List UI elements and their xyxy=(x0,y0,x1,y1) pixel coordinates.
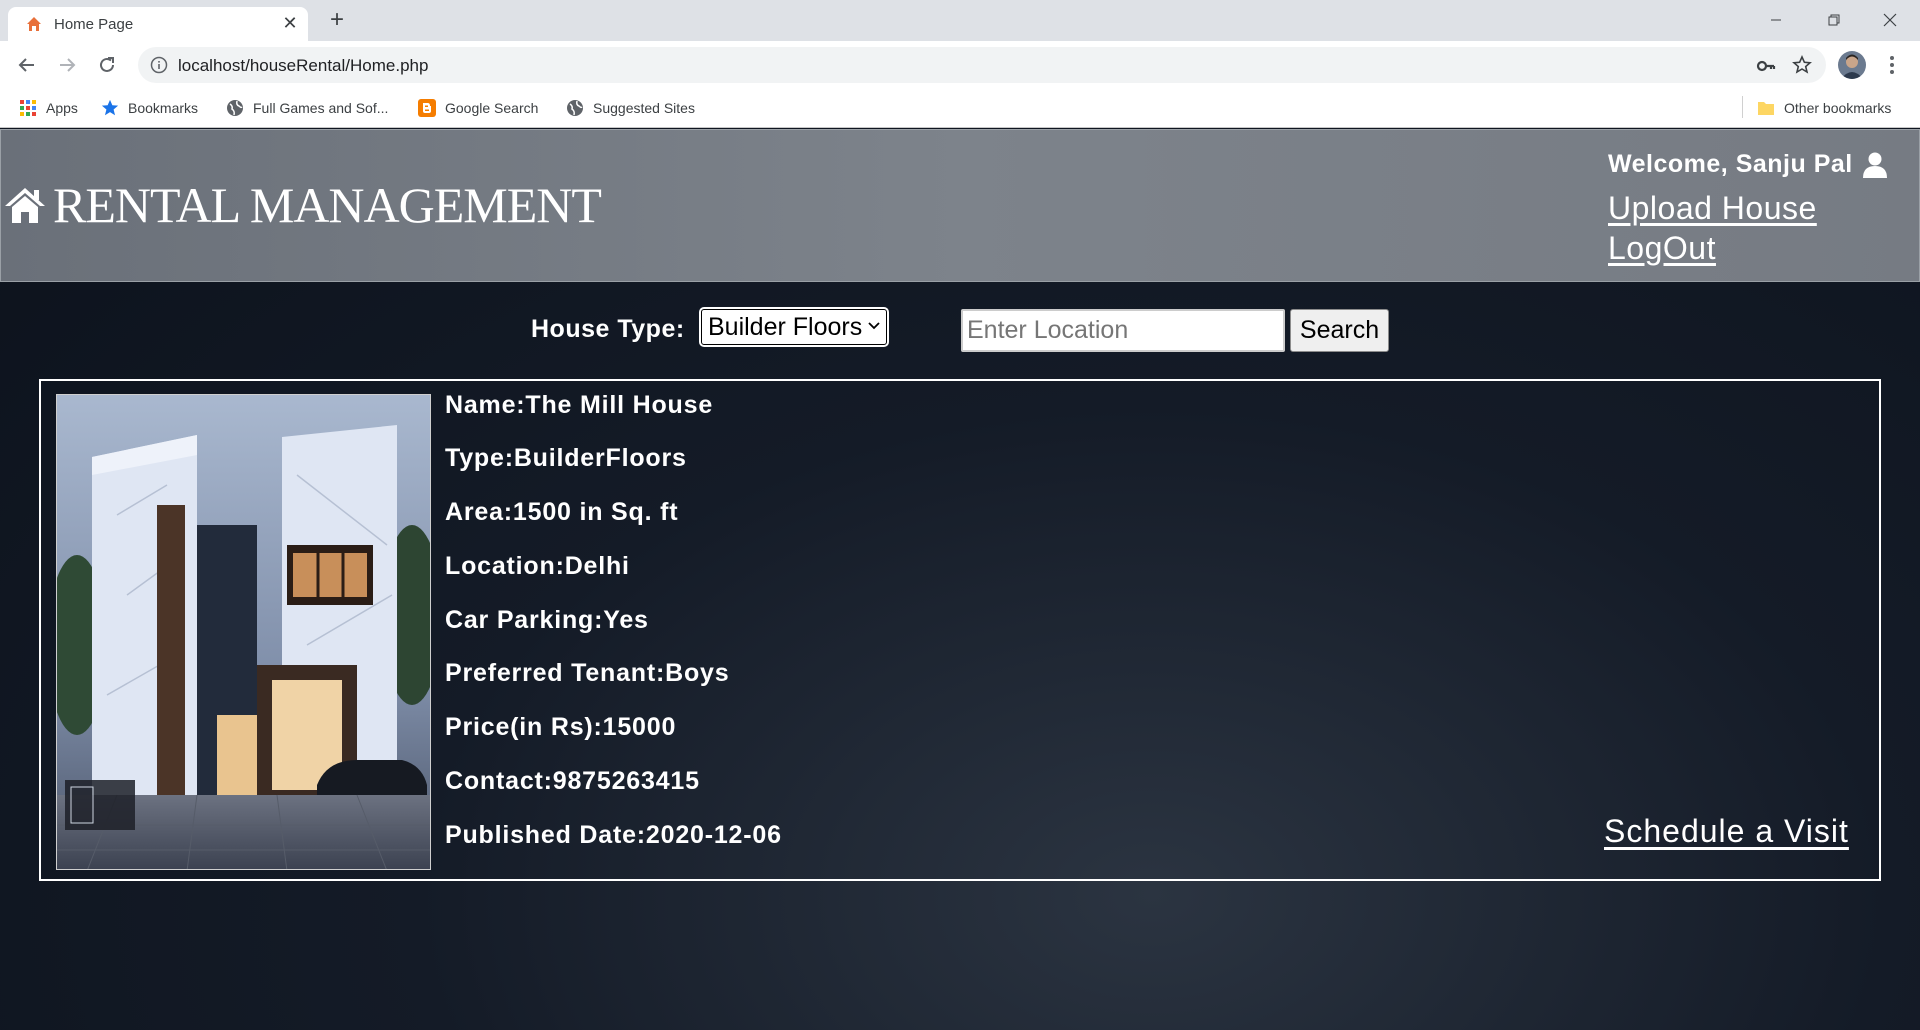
chevron-down-icon xyxy=(868,322,880,330)
url-text[interactable]: localhost/houseRental/Home.php xyxy=(178,56,428,76)
browser-tab[interactable]: Home Page ✕ xyxy=(8,7,308,41)
bookmark-label: Other bookmarks xyxy=(1784,100,1892,116)
bookmark-bookmarks[interactable]: Bookmarks xyxy=(101,97,198,119)
new-tab-icon[interactable]: + xyxy=(324,8,350,34)
profile-avatar[interactable] xyxy=(1838,51,1866,79)
browser-toolbar: localhost/houseRental/Home.php xyxy=(0,41,1920,88)
close-window-icon[interactable] xyxy=(1862,0,1918,40)
bookmark-label: Full Games and Sof... xyxy=(253,100,389,116)
listing-parking: Car Parking:Yes xyxy=(445,606,649,634)
tab-title: Home Page xyxy=(54,16,134,33)
logout-link[interactable]: LogOut xyxy=(1608,230,1716,267)
listing-location: Location:Delhi xyxy=(445,552,630,580)
tab-close-icon[interactable]: ✕ xyxy=(280,13,300,33)
listing-published: Published Date:2020-12-06 xyxy=(445,821,782,849)
blogger-icon xyxy=(418,99,436,117)
listing-price: Price(in Rs):15000 xyxy=(445,713,677,741)
schedule-visit-link[interactable]: Schedule a Visit xyxy=(1604,813,1849,850)
listing-card: Name:The Mill House Type:BuilderFloors A… xyxy=(39,379,1881,881)
home-icon xyxy=(5,188,45,223)
welcome-text: Welcome, Sanju Pal xyxy=(1608,150,1853,178)
folder-icon xyxy=(1758,102,1774,115)
globe-icon xyxy=(227,100,243,116)
search-button[interactable]: Search xyxy=(1290,309,1389,352)
listing-name: Name:The Mill House xyxy=(445,391,714,419)
bookmarks-bar: Apps Bookmarks Full Games and Sof... Goo… xyxy=(0,88,1920,128)
listing-area: Area:1500 in Sq. ft xyxy=(445,498,679,526)
bookmark-google-search[interactable]: Google Search xyxy=(418,97,538,119)
house-photo xyxy=(56,394,431,870)
page-body: RENTAL MANAGEMENT Welcome, Sanju Pal Upl… xyxy=(0,129,1920,1030)
site-header: RENTAL MANAGEMENT Welcome, Sanju Pal Upl… xyxy=(0,129,1920,282)
house-type-label: House Type: xyxy=(531,315,685,343)
brand-title: RENTAL MANAGEMENT xyxy=(53,177,602,233)
listing-tenant: Preferred Tenant:Boys xyxy=(445,659,730,687)
search-form: House Type: Builder Floors Enter Locatio… xyxy=(0,307,1920,352)
house-type-selected: Builder Floors xyxy=(708,312,863,341)
bookmark-label: Suggested Sites xyxy=(593,100,695,116)
house-favicon-icon xyxy=(27,17,41,31)
upload-house-link[interactable]: Upload House xyxy=(1608,190,1817,227)
welcome-message: Welcome, Sanju Pal xyxy=(1608,150,1887,179)
globe-icon xyxy=(567,100,583,116)
minimize-icon[interactable] xyxy=(1748,0,1804,40)
bookmark-other[interactable]: Other bookmarks xyxy=(1757,97,1891,119)
house-type-select[interactable]: Builder Floors xyxy=(699,307,889,347)
apps-grid-icon xyxy=(20,100,36,116)
location-input[interactable]: Enter Location xyxy=(961,309,1285,352)
forward-icon[interactable] xyxy=(53,51,81,79)
bookmark-label: Bookmarks xyxy=(128,100,199,116)
bookmark-star-icon[interactable] xyxy=(1792,55,1812,75)
user-icon xyxy=(1862,152,1887,178)
chrome-menu-icon[interactable] xyxy=(1882,53,1902,77)
bookmark-apps[interactable]: Apps xyxy=(19,97,78,119)
listing-type: Type:BuilderFloors xyxy=(445,444,687,472)
back-icon[interactable] xyxy=(13,51,41,79)
restore-icon[interactable] xyxy=(1806,0,1862,40)
browser-tabstrip: Home Page ✕ + xyxy=(0,0,1920,41)
bookmark-label: Apps xyxy=(46,100,78,116)
brand[interactable]: RENTAL MANAGEMENT xyxy=(3,176,602,234)
bookmark-suggested-sites[interactable]: Suggested Sites xyxy=(566,97,695,119)
reload-icon[interactable] xyxy=(93,51,121,79)
info-icon[interactable] xyxy=(150,56,168,74)
listing-contact: Contact:9875263415 xyxy=(445,767,700,795)
bookmarks-divider xyxy=(1742,96,1743,118)
key-icon[interactable] xyxy=(1756,56,1776,76)
star-bookmark-icon xyxy=(101,99,119,116)
address-bar[interactable]: localhost/houseRental/Home.php xyxy=(138,47,1826,83)
bookmark-label: Google Search xyxy=(445,100,539,116)
bookmark-full-games[interactable]: Full Games and Sof... xyxy=(226,97,388,119)
